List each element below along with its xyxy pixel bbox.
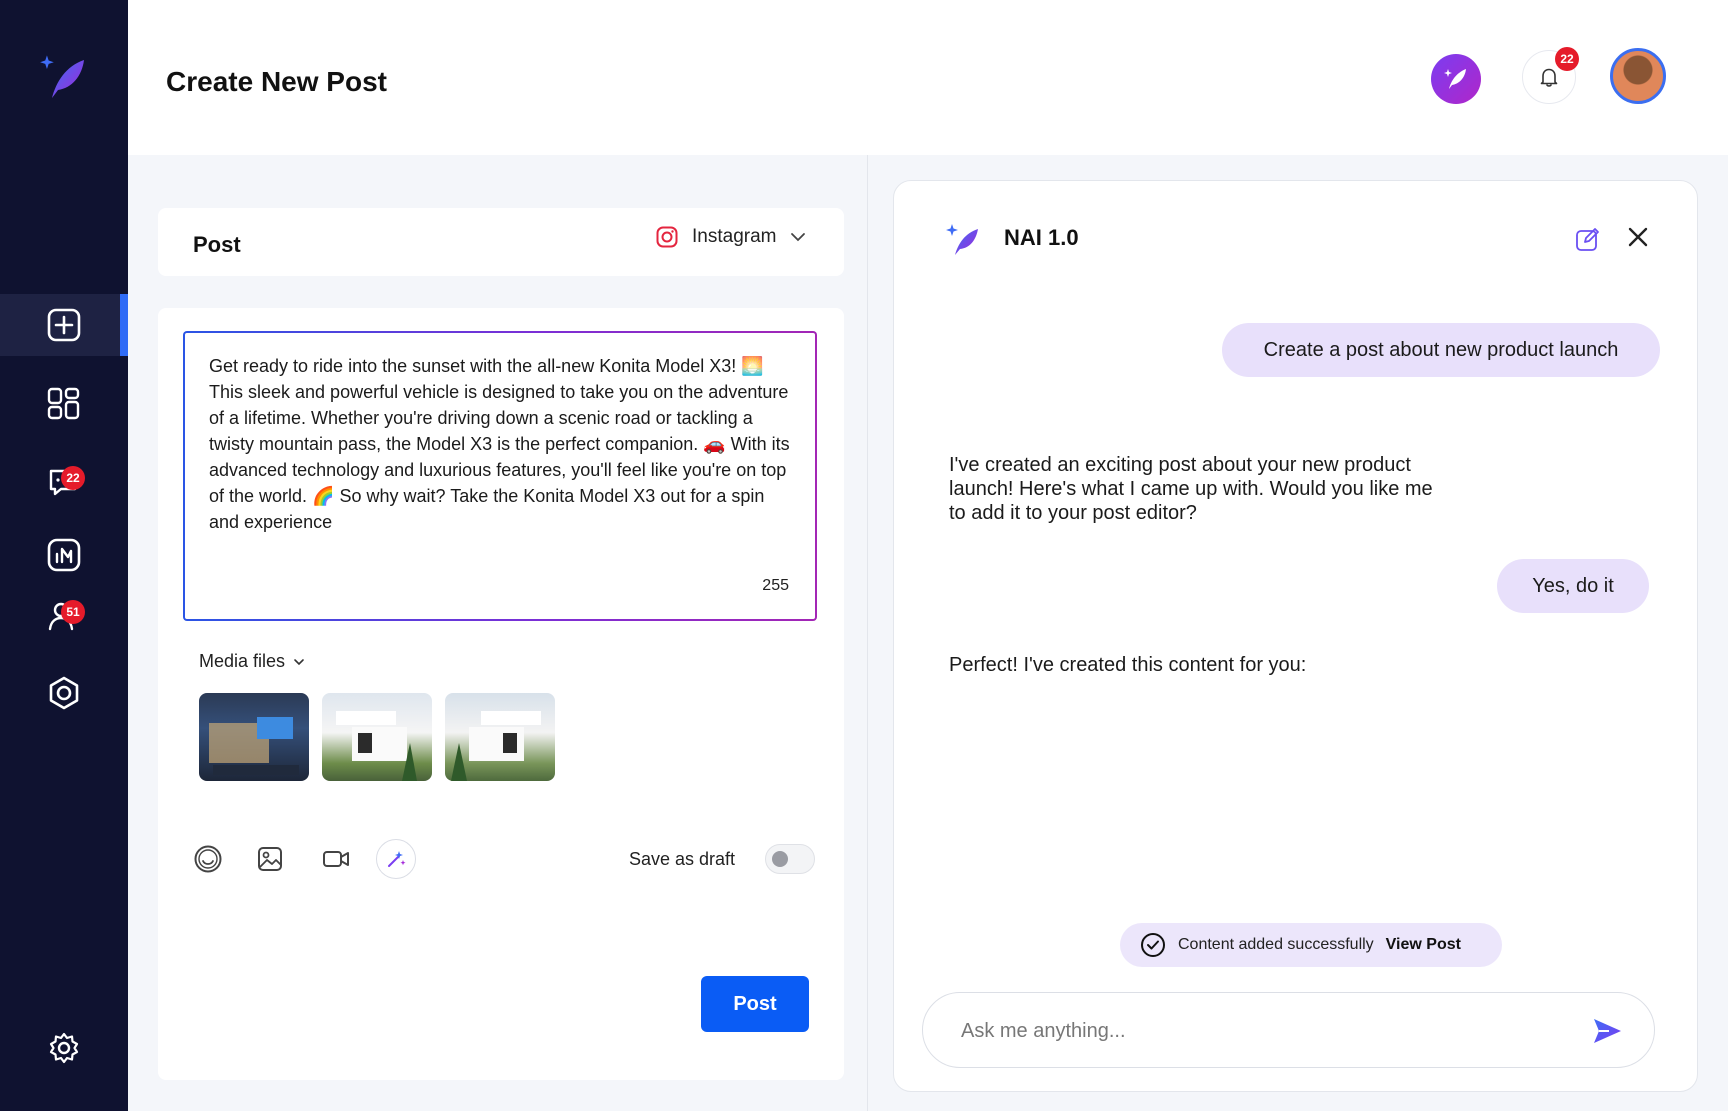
app-logo[interactable] — [38, 52, 88, 102]
plus-square-icon — [47, 308, 81, 342]
media-thumbnail[interactable] — [322, 693, 432, 781]
view-post-link[interactable]: View Post — [1386, 936, 1461, 954]
post-button[interactable]: Post — [701, 976, 809, 1032]
sidebar-item-automation[interactable] — [0, 662, 128, 724]
sidebar-item-analytics[interactable] — [0, 524, 128, 586]
sidebar: 22 51 — [0, 0, 128, 1111]
ai-assistant-button[interactable] — [1431, 54, 1481, 104]
platform-select[interactable]: Instagram — [656, 226, 806, 248]
post-editor-card: Get ready to ride into the sunset with t… — [158, 308, 844, 1080]
post-header-card: Post Instagram — [158, 208, 844, 276]
bell-icon — [1540, 68, 1558, 87]
bot-message: I've created an exciting post about your… — [949, 454, 1433, 524]
magic-wand-icon — [388, 851, 406, 867]
top-header: Create New Post 22 — [128, 0, 1728, 155]
chat-input[interactable] — [961, 1011, 1561, 1051]
video-icon — [323, 851, 349, 867]
messages-badge: 22 — [61, 466, 85, 490]
grid-icon — [47, 387, 80, 420]
check-circle-icon — [1141, 933, 1165, 957]
ai-generate-button[interactable] — [376, 839, 416, 879]
audience-badge: 51 — [61, 600, 85, 624]
image-icon — [258, 847, 282, 871]
send-button[interactable] — [1587, 1011, 1627, 1051]
platform-label: Instagram — [692, 226, 777, 247]
save-draft-label: Save as draft — [629, 849, 736, 869]
user-message: Yes, do it — [1497, 559, 1649, 613]
post-content-field[interactable]: Get ready to ride into the sunset with t… — [183, 331, 817, 621]
gear-hex-icon — [49, 676, 79, 710]
user-avatar[interactable] — [1610, 48, 1666, 104]
success-toast: Content added successfully View Post — [1120, 923, 1502, 967]
feather-icon — [1444, 69, 1466, 89]
ai-chat-panel: NAI 1.0 Create a post about new product … — [893, 180, 1698, 1092]
user-message: Create a post about new product launch — [1222, 323, 1660, 377]
bot-message: Perfect! I've created this content for y… — [949, 654, 1307, 676]
close-chat-button[interactable] — [1624, 223, 1652, 251]
chat-title: NAI 1.0 — [1004, 225, 1079, 250]
media-thumbnail[interactable] — [445, 693, 555, 781]
sidebar-item-audience[interactable]: 51 — [0, 585, 128, 647]
toast-text: Content added successfully — [1178, 936, 1374, 953]
sidebar-item-messages[interactable]: 22 — [0, 451, 128, 513]
media-thumbnail[interactable] — [199, 693, 309, 781]
add-video-button[interactable] — [316, 839, 356, 879]
nai-logo — [946, 223, 980, 257]
post-label: Post — [193, 232, 241, 257]
settings-icon — [49, 1032, 79, 1064]
add-image-button[interactable] — [250, 839, 290, 879]
panel-divider — [867, 155, 868, 1111]
chevron-down-icon — [791, 233, 806, 242]
media-files-toggle[interactable]: Media files — [199, 651, 305, 672]
sidebar-item-dashboard[interactable] — [0, 373, 128, 435]
media-files-label: Media files — [199, 651, 286, 671]
chart-icon — [47, 538, 81, 572]
sidebar-item-create[interactable] — [0, 294, 128, 356]
page-title: Create New Post — [166, 66, 387, 97]
sidebar-item-settings[interactable] — [0, 1017, 128, 1079]
emoji-button[interactable] — [188, 839, 228, 879]
edit-icon — [1576, 228, 1599, 251]
instagram-icon — [656, 226, 678, 248]
notifications-button[interactable]: 22 — [1522, 47, 1579, 104]
notifications-badge: 22 — [1555, 47, 1579, 71]
chat-input-box — [922, 992, 1655, 1068]
close-icon — [1628, 227, 1648, 247]
smiley-icon — [194, 845, 222, 873]
new-chat-button[interactable] — [1575, 226, 1601, 252]
chevron-down-icon — [294, 658, 304, 665]
char-count: 255 — [762, 577, 789, 594]
post-content-text: Get ready to ride into the sunset with t… — [209, 356, 790, 532]
send-icon — [1594, 1019, 1621, 1043]
save-draft-toggle[interactable] — [765, 844, 815, 874]
toggle-knob — [772, 851, 788, 867]
